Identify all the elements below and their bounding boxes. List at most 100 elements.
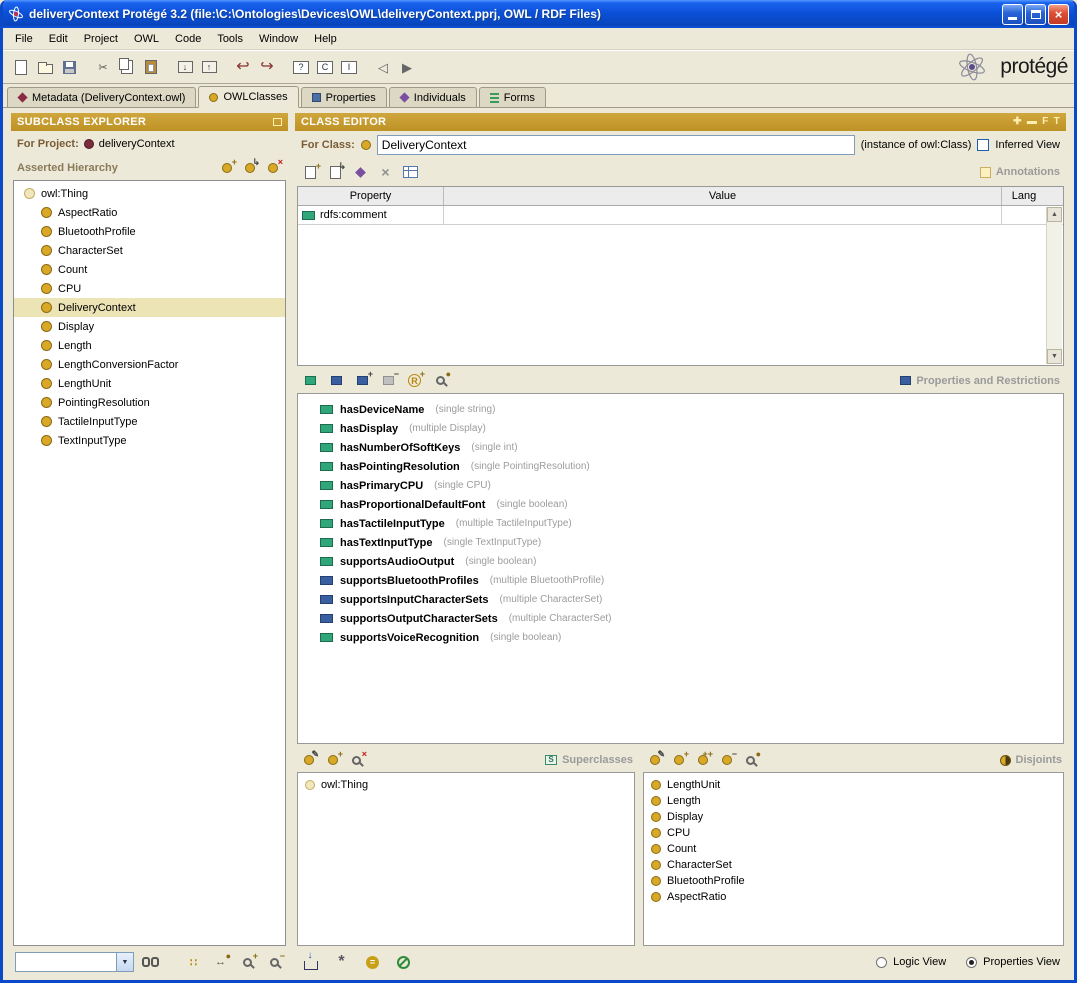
annotation-lang-cell[interactable] (1002, 206, 1046, 224)
remove-disjoint-icon[interactable]: − (717, 752, 736, 769)
menu-item[interactable]: Code (167, 30, 209, 48)
class-tree-item[interactable]: TactileInputType (14, 412, 285, 431)
column-property[interactable]: Property (298, 187, 444, 205)
property-row[interactable]: hasTactileInputType (multiple TactileInp… (298, 514, 1063, 533)
navigate-back-icon[interactable]: ◁ (371, 55, 395, 79)
create-annotation-icon[interactable]: + (301, 164, 320, 181)
menu-item[interactable]: Tools (209, 30, 251, 48)
minimize-button[interactable] (1002, 4, 1023, 25)
panel-t-icon[interactable]: T (1054, 117, 1060, 127)
column-lang[interactable]: Lang (1002, 187, 1046, 205)
paste-icon[interactable] (139, 55, 163, 79)
new-project-icon[interactable] (9, 55, 33, 79)
class-tree-item[interactable]: LengthConversionFactor (14, 355, 285, 374)
class-tree-item[interactable]: Count (14, 260, 285, 279)
property-row[interactable]: hasPointingResolution (single PointingRe… (298, 457, 1063, 476)
property-row[interactable]: supportsAudioOutput (single boolean) (298, 552, 1063, 571)
disjoint-item[interactable]: BluetoothProfile (644, 873, 1063, 889)
property-row[interactable]: supportsBluetoothProfiles (multiple Blue… (298, 571, 1063, 590)
panel-minus-icon[interactable]: ▬ (1027, 117, 1037, 127)
menu-item[interactable]: Help (306, 30, 345, 48)
remove-superclass-icon[interactable]: × (347, 752, 366, 769)
panel-plus-icon[interactable]: ✚ (1013, 117, 1022, 127)
extract-archive-icon[interactable]: ↑ (197, 55, 221, 79)
superclass-item[interactable]: owl:Thing (298, 777, 634, 793)
tree-root-item[interactable]: owl:Thing (14, 184, 285, 203)
query-tab-icon[interactable]: ? (289, 55, 313, 79)
menu-item[interactable]: OWL (126, 30, 167, 48)
class-tree-item[interactable]: BluetoothProfile (14, 222, 285, 241)
tab[interactable]: Individuals (389, 87, 477, 107)
class-tree-item[interactable]: AspectRatio (14, 203, 285, 222)
inferred-view-checkbox[interactable] (977, 139, 989, 151)
search-restriction-icon[interactable]: ● (431, 372, 450, 389)
copy-icon[interactable] (115, 55, 139, 79)
class-tree-item[interactable]: Length (14, 336, 285, 355)
property-row[interactable]: hasProportionalDefaultFont (single boole… (298, 495, 1063, 514)
property-row[interactable]: supportsInputCharacterSets (multiple Cha… (298, 590, 1063, 609)
complement-class-icon[interactable] (394, 954, 413, 971)
panel-f-icon[interactable]: F (1042, 117, 1048, 127)
close-button[interactable]: × (1048, 4, 1069, 25)
import-class-icon[interactable] (301, 954, 320, 971)
properties-view-radio[interactable] (966, 957, 977, 968)
add-named-superclass-icon[interactable]: ✎ (299, 752, 318, 769)
property-row[interactable]: supportsOutputCharacterSets (multiple Ch… (298, 609, 1063, 628)
goto-class-icon[interactable]: ↔● (211, 954, 230, 971)
find-class-icon[interactable] (142, 957, 159, 967)
undo-icon[interactable]: ↩ (231, 55, 255, 79)
disjoint-item[interactable]: AspectRatio (644, 889, 1063, 905)
combo-arrow-icon[interactable]: ▼ (116, 953, 133, 971)
tab[interactable]: OWLClasses (198, 86, 298, 108)
create-subclass-icon[interactable]: ↳ (240, 160, 259, 177)
delete-annotation-icon[interactable]: × (376, 164, 395, 181)
annotations-scrollbar[interactable]: ▲ ▼ (1046, 207, 1062, 364)
create-object-property-icon[interactable] (327, 372, 346, 389)
search-superclass-icon[interactable]: − (265, 954, 284, 971)
class-search-combobox[interactable]: ▼ (15, 952, 134, 972)
navigate-forward-icon[interactable]: ▶ (395, 55, 419, 79)
search-disjoint-icon[interactable]: ● (741, 752, 760, 769)
create-class-icon[interactable]: + (217, 160, 236, 177)
property-row[interactable]: supportsVoiceRecognition (single boolean… (298, 628, 1063, 647)
redo-icon[interactable]: ↪ (255, 55, 279, 79)
class-name-input[interactable] (377, 135, 855, 155)
class-tree-item[interactable]: Display (14, 317, 285, 336)
detach-panel-icon[interactable] (273, 118, 282, 126)
test-class-icon[interactable]: * (332, 954, 351, 971)
add-all-siblings-icon[interactable]: ++ (693, 752, 712, 769)
annotation-value-cell[interactable] (444, 206, 1002, 224)
annotation-property-cell[interactable]: rdfs:comment (298, 206, 444, 224)
property-row[interactable]: hasNumberOfSoftKeys (single int) (298, 438, 1063, 457)
column-value[interactable]: Value (444, 187, 1002, 205)
property-row[interactable]: hasPrimaryCPU (single CPU) (298, 476, 1063, 495)
create-superclass-icon[interactable]: + (323, 752, 342, 769)
annotation-row[interactable]: rdfs:comment (298, 206, 1063, 225)
add-disjoint-icon[interactable]: ✎ (645, 752, 664, 769)
create-ontology-annotation-icon[interactable] (351, 164, 370, 181)
open-project-icon[interactable] (33, 55, 57, 79)
menu-item[interactable]: Edit (41, 30, 76, 48)
scroll-down-icon[interactable]: ▼ (1047, 349, 1062, 364)
menu-item[interactable]: Project (76, 30, 126, 48)
class-view-icon[interactable]: C (313, 55, 337, 79)
disjoint-item[interactable]: Count (644, 841, 1063, 857)
create-disjoint-icon[interactable]: + (669, 752, 688, 769)
search-subclass-icon[interactable]: + (238, 954, 257, 971)
disjoint-item[interactable]: CPU (644, 825, 1063, 841)
delete-class-icon[interactable]: × (263, 160, 282, 177)
annotation-table-icon[interactable] (401, 164, 420, 181)
tab[interactable]: Forms (479, 87, 546, 107)
property-row[interactable]: hasDisplay (multiple Display) (298, 419, 1063, 438)
save-project-icon[interactable] (57, 55, 81, 79)
class-tree-item[interactable]: LengthUnit (14, 374, 285, 393)
menu-item[interactable]: Window (251, 30, 306, 48)
property-row[interactable]: hasDeviceName (single string) (298, 400, 1063, 419)
class-tree-item[interactable]: PointingResolution (14, 393, 285, 412)
select-siblings-icon[interactable]: ∷ (184, 954, 203, 971)
menu-item[interactable]: File (7, 30, 41, 48)
tab[interactable]: Metadata (DeliveryContext.owl) (7, 87, 196, 107)
disjoint-item[interactable]: Length (644, 793, 1063, 809)
disjoint-item[interactable]: Display (644, 809, 1063, 825)
equivalent-class-icon[interactable]: = (363, 954, 382, 971)
